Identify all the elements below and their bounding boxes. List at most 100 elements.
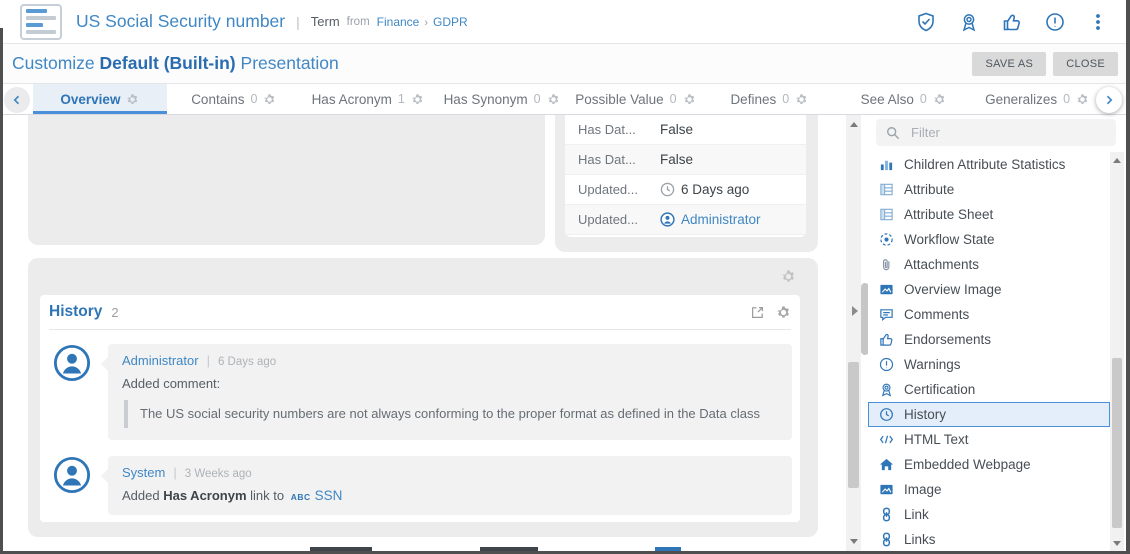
tab-count: 0 xyxy=(670,92,677,106)
overview-tab-content: Has Dat...FalseHas Dat...FalseUpdated...… xyxy=(0,115,1130,554)
close-button[interactable]: CLOSE xyxy=(1053,52,1118,76)
search-icon xyxy=(886,126,900,140)
tab-label: See Also xyxy=(861,92,914,107)
tab-has-acronym[interactable]: Has Acronym1 xyxy=(301,84,435,114)
customize-buttons: SAVE AS CLOSE xyxy=(972,52,1118,76)
gear-icon[interactable] xyxy=(933,93,946,106)
thumbs-up-icon[interactable] xyxy=(1002,12,1022,32)
sidebar-item-comments[interactable]: Comments xyxy=(868,302,1110,327)
sidebar-item-warnings[interactable]: Warnings xyxy=(868,352,1110,377)
sidebar-item-links[interactable]: Links xyxy=(868,527,1110,552)
kebab-menu-icon[interactable] xyxy=(1088,12,1108,32)
sidebar-scroll-up-button[interactable] xyxy=(1110,154,1124,166)
scroll-down-button[interactable] xyxy=(846,535,861,547)
warning-icon[interactable] xyxy=(1045,12,1065,32)
link-icon xyxy=(878,532,895,547)
sidebar-item-attribute-sheet[interactable]: Attribute Sheet xyxy=(868,202,1110,227)
customize-suffix: Presentation xyxy=(241,53,339,73)
sidebar-item-attribute[interactable]: Attribute xyxy=(868,177,1110,202)
history-entry: Administrator|6 Days agoAdded comment:Th… xyxy=(53,344,792,440)
tab-see-also[interactable]: See Also0 xyxy=(836,84,970,114)
gear-icon[interactable] xyxy=(263,93,276,106)
sidebar-item-image[interactable]: Image xyxy=(868,477,1110,502)
property-label: Has Dat... xyxy=(578,152,660,167)
sidebar-item-children-attribute-statistics[interactable]: Children Attribute Statistics xyxy=(868,152,1110,177)
sidebar-item-workflow-state[interactable]: Workflow State xyxy=(868,227,1110,252)
history-entries: Administrator|6 Days agoAdded comment:Th… xyxy=(40,344,800,515)
user-avatar-icon xyxy=(53,344,91,440)
history-action-text: Added comment: xyxy=(122,376,778,391)
tab-contains[interactable]: Contains0 xyxy=(167,84,301,114)
splitter-collapse-icon[interactable] xyxy=(852,306,858,316)
sidebar-item-label: Comments xyxy=(904,307,969,322)
gear-icon[interactable] xyxy=(1076,93,1089,106)
history-card-tools xyxy=(750,305,791,320)
tabs-scroll-right-button[interactable] xyxy=(1096,87,1122,113)
certification-icon xyxy=(878,382,895,397)
main-scrollbar[interactable] xyxy=(846,115,861,554)
tab-generalizes[interactable]: Generalizes0 xyxy=(970,84,1104,114)
timestamp: 6 Days ago xyxy=(218,356,276,368)
history-section-container: History 2 Administrator|6 Days agoAdded … xyxy=(28,258,818,537)
section-settings-gear-icon[interactable] xyxy=(781,269,796,284)
term-link[interactable]: SSN xyxy=(315,488,343,503)
term-document-icon xyxy=(20,4,62,40)
customize-prefix: Customize xyxy=(12,53,95,73)
save-as-button[interactable]: SAVE AS xyxy=(972,52,1046,76)
history-count-badge: 2 xyxy=(111,305,118,320)
user-link[interactable]: Administrator xyxy=(122,353,199,368)
sidebar-scroll-down-button[interactable] xyxy=(1110,537,1124,549)
breadcrumb-link-finance[interactable]: Finance xyxy=(377,15,420,29)
property-value[interactable]: Administrator xyxy=(660,212,761,227)
presentation-customization-window: US Social Security number | Term from Fi… xyxy=(0,0,1130,554)
sidebar-item-attachments[interactable]: Attachments xyxy=(868,252,1110,277)
sidebar-item-label: Embedded Webpage xyxy=(904,457,1031,472)
sidebar-scrollbar[interactable] xyxy=(1110,152,1124,554)
customize-bar: Customize Default (Built-in) Presentatio… xyxy=(0,44,1130,84)
tab-count: 0 xyxy=(1063,92,1070,106)
history-settings-gear-icon[interactable] xyxy=(776,305,791,320)
certification-icon[interactable] xyxy=(959,12,979,32)
tab-defines[interactable]: Defines 0 xyxy=(702,84,836,114)
open-in-window-icon[interactable] xyxy=(750,305,765,320)
filter-input[interactable] xyxy=(909,124,1106,141)
tabs-scroll-left-button[interactable] xyxy=(4,87,30,113)
tab-overview[interactable]: Overview xyxy=(33,84,167,114)
tab-count: 1 xyxy=(398,92,405,106)
gear-icon[interactable] xyxy=(547,93,560,106)
scroll-up-button[interactable] xyxy=(846,118,861,130)
title-bar: US Social Security number | Term from Fi… xyxy=(0,0,1130,44)
main-scrollbar-thumb[interactable] xyxy=(848,362,859,488)
tab-possible-value[interactable]: Possible Value0 xyxy=(569,84,703,114)
sidebar-item-link[interactable]: Link xyxy=(868,502,1110,527)
gear-icon[interactable] xyxy=(795,93,808,106)
gear-icon[interactable] xyxy=(411,93,424,106)
gear-icon[interactable] xyxy=(126,93,139,106)
sidebar-item-overview-image[interactable]: Overview Image xyxy=(868,277,1110,302)
sidebar-item-label: Warnings xyxy=(904,357,961,372)
gear-icon[interactable] xyxy=(683,93,696,106)
meta-separator: | xyxy=(207,353,210,368)
tab-has-synonym[interactable]: Has Synonym0 xyxy=(435,84,569,114)
history-card: History 2 Administrator|6 Days agoAdded … xyxy=(40,295,800,522)
properties-section-card: Has Dat...FalseHas Dat...FalseUpdated...… xyxy=(555,115,818,252)
sidebar-item-label: HTML Text xyxy=(904,432,969,447)
tab-count: 0 xyxy=(782,92,789,106)
meta-separator: | xyxy=(173,465,176,480)
sidebar-item-history[interactable]: History xyxy=(868,402,1110,427)
tab-label: Has Synonym xyxy=(444,92,528,107)
breadcrumb: Finance›GDPR xyxy=(377,15,468,29)
tab-label: Defines xyxy=(730,92,776,107)
sidebar-item-embedded-webpage[interactable]: Embedded Webpage xyxy=(868,452,1110,477)
sidebar-item-label: Attribute xyxy=(904,182,954,197)
sidebar-scrollbar-thumb[interactable] xyxy=(1112,358,1122,528)
sidebar-item-endorsements[interactable]: Endorsements xyxy=(868,327,1110,352)
tab-label: Overview xyxy=(60,92,120,107)
property-value: False xyxy=(660,152,693,167)
sidebar-item-html-text[interactable]: HTML Text xyxy=(868,427,1110,452)
shield-check-icon[interactable] xyxy=(916,12,936,32)
sidebar-item-certification[interactable]: Certification xyxy=(868,377,1110,402)
user-avatar-icon xyxy=(53,456,91,515)
breadcrumb-link-gdpr[interactable]: GDPR xyxy=(433,15,468,29)
user-link[interactable]: System xyxy=(122,465,165,480)
